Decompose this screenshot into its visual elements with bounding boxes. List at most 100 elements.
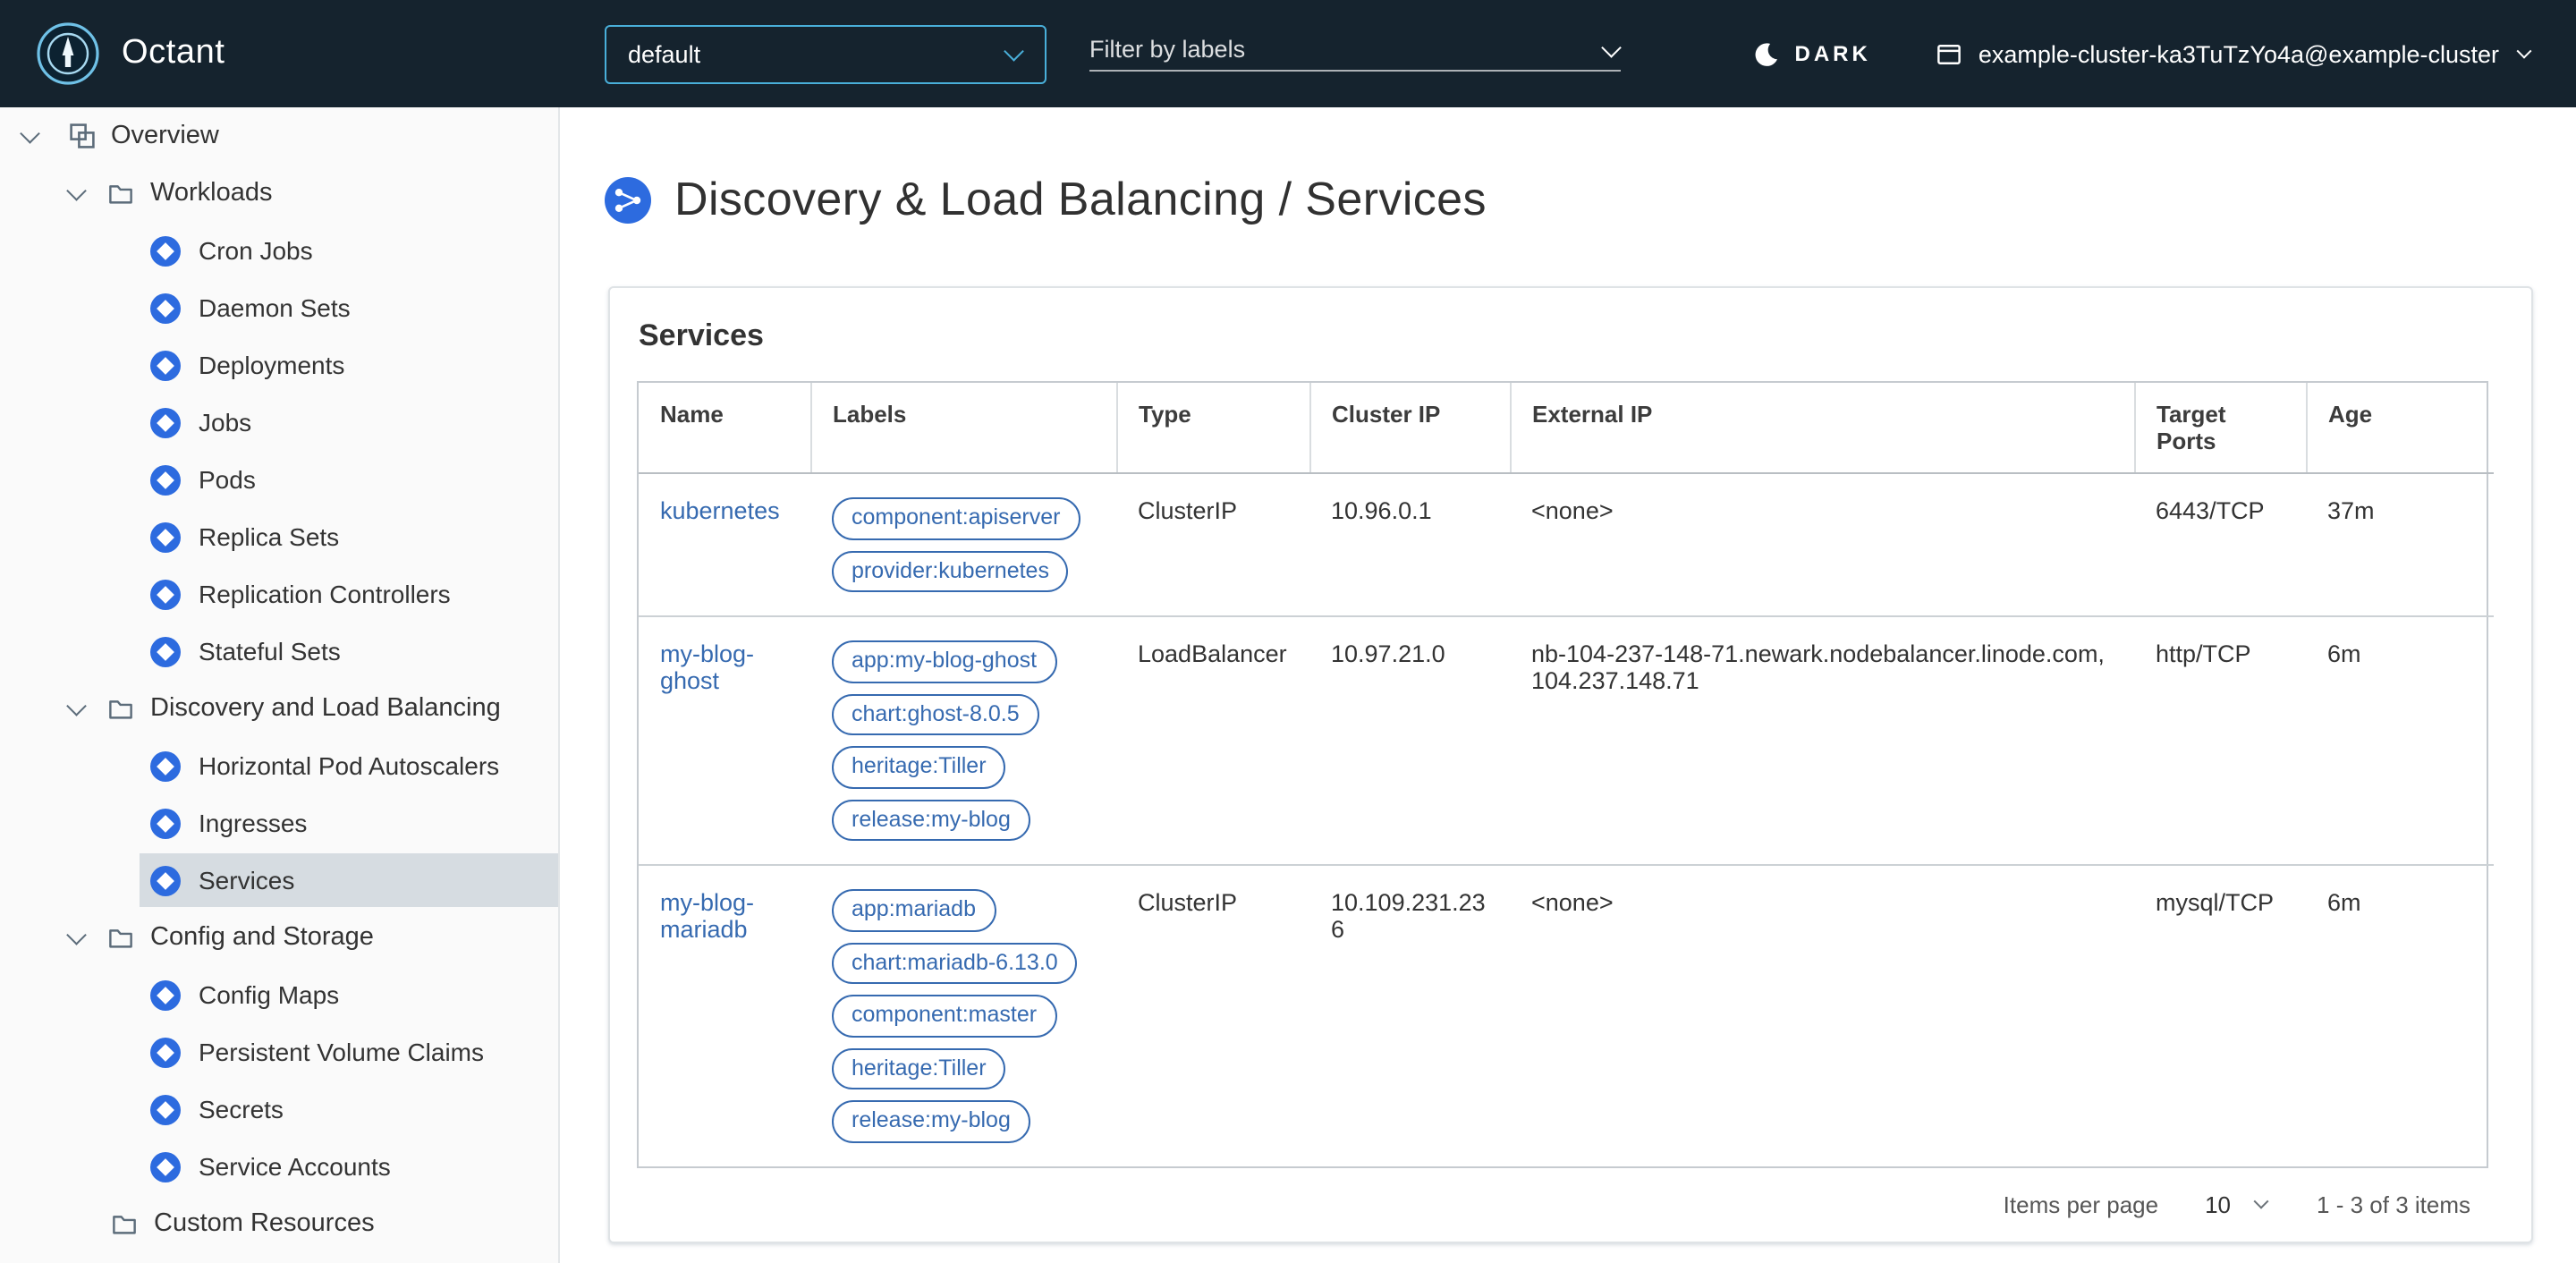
config-maps-icon [150,979,181,1010]
type-cell: LoadBalancer [1116,615,1309,865]
discovery-load-balancing-icon [605,176,651,223]
sidebar-item-jobs[interactable]: Jobs [0,394,558,451]
dark-mode-toggle[interactable]: DARK [1754,40,1871,67]
chevron-down-icon [2252,1195,2270,1213]
brand[interactable]: Octant [36,21,558,86]
type-cell: ClusterIP [1116,864,1309,1166]
services-icon [150,865,181,895]
sidebar-item-deployments[interactable]: Deployments [0,336,558,394]
age-cell: 37m [2327,497,2375,524]
sidebar-item-daemon-sets[interactable]: Daemon Sets [0,279,558,336]
table-header-row: Name Labels Type Cluster IP External IP … [639,383,2494,474]
label-badge[interactable]: chart:mariadb-6.13.0 [832,942,1078,984]
sidebar-item-stateful-sets[interactable]: Stateful Sets [0,623,558,680]
sidebar-item-replication-controllers[interactable]: Replication Controllers [0,565,558,623]
name-cell: my-blog-mariadb [639,864,810,1166]
label-badge[interactable]: provider:kubernetes [832,550,1069,592]
pods-icon [150,464,181,495]
sidebar-item-persistent-volume-claims[interactable]: Persistent Volume Claims [0,1023,558,1081]
label-badge[interactable]: heritage:Tiller [832,746,1006,788]
items-per-page-select[interactable]: 10 [2205,1191,2270,1217]
age-cell: 6m [2306,864,2494,1166]
octant-logo-icon [36,21,100,86]
chevron-down-icon[interactable] [68,928,86,946]
column-header-target-ports[interactable]: Target Ports [2133,383,2306,474]
sidebar-item-replica-sets[interactable]: Replica Sets [0,508,558,565]
external-ip-cell: <none> [1510,864,2134,1166]
chevron-down-icon[interactable] [68,699,86,717]
table-pagination: Items per page 10 1 - 3 of 3 items [637,1167,2488,1241]
horizontal-pod-autoscalers-icon [150,750,181,781]
column-header-external-ip[interactable]: External IP [1509,383,2134,474]
sidebar-group-config-and-storage[interactable]: Config and Storage [0,909,558,966]
column-header-age[interactable]: Age [2305,383,2494,474]
chevron-down-icon[interactable] [1603,40,1621,58]
deployments-icon [150,350,181,380]
sidebar-item-label: Ingresses [199,809,308,837]
service-link[interactable]: kubernetes [660,497,780,524]
label-badge[interactable]: release:my-blog [832,799,1030,841]
context-selector[interactable]: example-cluster-ka3TuTzYo4a@example-clus… [1936,40,2533,67]
sidebar-group-label: Config and Storage [150,923,374,952]
sidebar-item-secrets[interactable]: Secrets [0,1081,558,1138]
sidebar-group-label: Discovery and Load Balancing [150,694,501,723]
label-filter-input[interactable] [1089,36,1603,63]
table-row: my-blog-ghost app:my-blog-ghost chart:gh… [639,615,2494,865]
sidebar-group-workloads[interactable]: Workloads [0,165,558,222]
label-badge[interactable]: app:mariadb [832,889,996,931]
column-header-type[interactable]: Type [1115,383,1309,474]
sidebar-item-ingresses[interactable]: Ingresses [0,794,558,852]
moon-icon [1754,40,1781,67]
sidebar-item-service-accounts[interactable]: Service Accounts [0,1138,558,1195]
chevron-down-icon [2515,45,2533,63]
folder-icon [111,1210,138,1237]
label-badge[interactable]: component:apiserver [832,497,1080,539]
card-title: Services [639,318,764,352]
sidebar-item-pods[interactable]: Pods [0,451,558,508]
column-header-cluster-ip[interactable]: Cluster IP [1309,383,1510,474]
sidebar-item-services[interactable]: Services [0,852,558,909]
sidebar-item-label: Horizontal Pod Autoscalers [199,751,500,780]
label-badge[interactable]: heritage:Tiller [832,1047,1006,1089]
chevron-down-icon[interactable] [21,127,39,145]
sidebar-item-label: Overview [111,122,219,150]
pagination-range: 1 - 3 of 3 items [2317,1191,2470,1217]
sidebar-group-custom-resources[interactable]: Custom Resources [0,1195,558,1252]
context-label: example-cluster-ka3TuTzYo4a@example-clus… [1978,40,2499,67]
cluster-ip-cell: 10.109.231.236 [1309,864,1510,1166]
namespace-value: default [628,40,701,67]
sidebar-item-config-maps[interactable]: Config Maps [0,966,558,1023]
overview-icon [68,122,97,150]
sidebar-group-discovery-and-load-balancing[interactable]: Discovery and Load Balancing [0,680,558,737]
folder-icon [107,695,134,722]
sidebar-item-cron-jobs[interactable]: Cron Jobs [0,222,558,279]
app-title: Octant [122,34,225,72]
app-header: Octant default DARK example-cluster-ka3T… [0,0,2576,107]
folder-icon [107,924,134,951]
namespace-select[interactable]: default [605,24,1046,83]
labels-cell: app:mariadb chart:mariadb-6.13.0 compone… [810,864,1116,1166]
sidebar-group-label: Custom Resources [154,1209,375,1238]
column-header-name[interactable]: Name [639,383,810,474]
sidebar-item-horizontal-pod-autoscalers[interactable]: Horizontal Pod Autoscalers [0,737,558,794]
label-badge[interactable]: app:my-blog-ghost [832,640,1057,682]
main-content: Discovery & Load Balancing / Services Se… [560,107,2576,1263]
labels-cell: component:apiserver provider:kubernetes [810,473,1116,616]
label-badge[interactable]: chart:ghost-8.0.5 [832,693,1039,735]
stateful-sets-icon [150,636,181,666]
column-header-labels[interactable]: Labels [809,383,1116,474]
chevron-down-icon[interactable] [68,184,86,202]
service-link[interactable]: my-blog-ghost [660,640,754,694]
type-cell: ClusterIP [1138,497,1238,524]
sidebar-item-overview[interactable]: Overview [0,107,558,165]
page-title: Discovery & Load Balancing / Services [674,172,1487,225]
label-filter[interactable] [1089,36,1621,72]
replication-controllers-icon [150,579,181,609]
label-badge[interactable]: release:my-blog [832,1100,1030,1142]
cluster-ip-cell: 10.97.21.0 [1309,615,1510,865]
label-badge[interactable]: component:master [832,995,1057,1037]
cluster-icon [1936,40,1962,67]
jobs-icon [150,407,181,437]
service-link[interactable]: my-blog-mariadb [660,889,754,943]
cluster-ip-cell: 10.96.0.1 [1331,497,1432,524]
